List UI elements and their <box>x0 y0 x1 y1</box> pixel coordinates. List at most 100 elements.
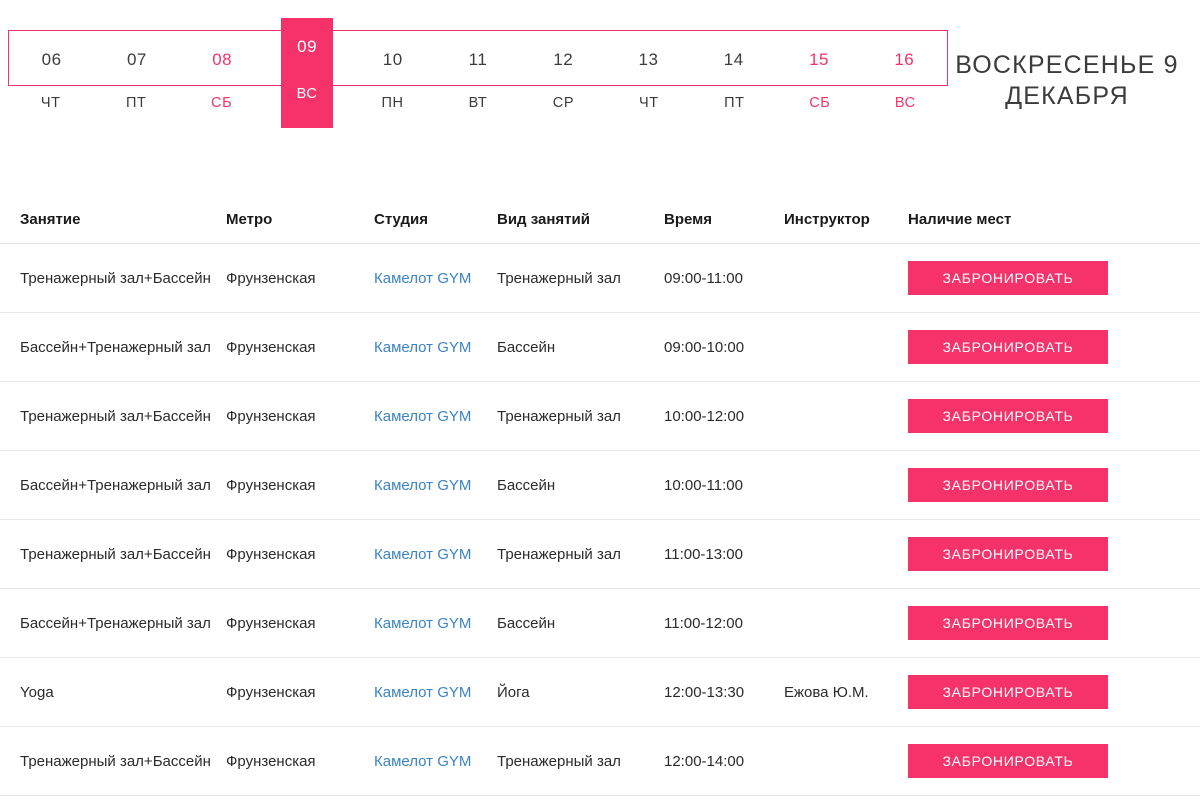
cell-studio: Камелот GYM <box>374 682 497 703</box>
day-of-week-label: СБ <box>809 94 831 111</box>
selected-date-cell[interactable]: 09 ВС <box>281 18 334 128</box>
cell-metro: Фрунзенская <box>226 545 316 563</box>
day-of-week-cell-15[interactable]: СБ <box>777 86 862 120</box>
day-of-week-cell-07[interactable]: ПТ <box>93 86 178 120</box>
cell-class-type: Йога <box>497 683 530 701</box>
date-number: 12 <box>553 49 574 69</box>
cell-class-name: Yoga <box>20 683 54 701</box>
studio-link[interactable]: Камелот GYM <box>374 684 471 701</box>
cell-class-name: Тренажерный зал+Бассейн <box>20 752 211 770</box>
table-row: Бассейн+Тренажерный зал Фрунзенская Камело… <box>0 451 1200 520</box>
cell-metro: Фрунзенская <box>226 683 316 701</box>
studio-link[interactable]: Камелот GYM <box>374 615 471 632</box>
cell-availability: ЗАБРОНИРОВАТЬ <box>908 261 1200 295</box>
studio-link[interactable]: Камелот GYM <box>374 753 471 770</box>
book-button[interactable]: ЗАБРОНИРОВАТЬ <box>908 606 1108 640</box>
day-of-week-cell-12[interactable]: СР <box>521 86 606 120</box>
column-header-type: Вид занятий <box>497 211 590 228</box>
date-cell-07[interactable]: 07 <box>94 31 179 87</box>
cell-metro: Фрунзенская <box>226 338 316 356</box>
book-button[interactable]: ЗАБРОНИРОВАТЬ <box>908 537 1108 571</box>
studio-link[interactable]: Камелот GYM <box>374 477 471 494</box>
cell-availability: ЗАБРОНИРОВАТЬ <box>908 468 1200 502</box>
cell-time: 10:00-11:00 <box>664 476 743 494</box>
column-header-time: Время <box>664 211 712 228</box>
book-button[interactable]: ЗАБРОНИРОВАТЬ <box>908 675 1108 709</box>
cell-metro: Фрунзенская <box>226 476 316 494</box>
date-cell-10[interactable]: 10 <box>350 31 435 87</box>
table-row: Тренажерный зал+Бассейн Фрунзенская Камело… <box>0 727 1200 796</box>
date-cell-15[interactable]: 15 <box>776 31 861 87</box>
cell-availability: ЗАБРОНИРОВАТЬ <box>908 744 1200 778</box>
table-row: Тренажерный зал+Бассейн Фрунзенская Камело… <box>0 382 1200 451</box>
day-of-week-cell-08[interactable]: СБ <box>179 86 264 120</box>
cell-studio: Камелот GYM <box>374 406 497 427</box>
table-row: Тренажерный зал+Бассейн Фрунзенская Камело… <box>0 244 1200 313</box>
table-row: Бассейн+Тренажерный зал Фрунзенская Камело… <box>0 313 1200 382</box>
studio-link[interactable]: Камелот GYM <box>374 270 471 287</box>
date-cell-16[interactable]: 16 <box>862 31 947 87</box>
date-cell-14[interactable]: 14 <box>691 31 776 87</box>
cell-class-type: Тренажерный зал <box>497 752 621 770</box>
column-header-availability: Наличие мест <box>908 211 1012 228</box>
day-of-week-strip: ЧТ ПТ СБ ПН ВТ СР ЧТ ПТ СБ ВС <box>8 86 948 120</box>
date-number: 06 <box>41 49 62 69</box>
cell-studio: Камелот GYM <box>374 337 497 358</box>
cell-studio: Камелот GYM <box>374 475 497 496</box>
date-cell-13[interactable]: 13 <box>606 31 691 87</box>
date-cell-06[interactable]: 06 <box>9 31 94 87</box>
day-of-week-label: СБ <box>211 94 233 111</box>
table-row: Бассейн+Тренажерный зал Фрунзенская Камело… <box>0 589 1200 658</box>
cell-metro: Фрунзенская <box>226 614 316 632</box>
day-of-week-label: СР <box>552 94 575 111</box>
schedule-table: Занятие Метро Студия Вид занятий Время Инстру… <box>0 196 1200 796</box>
cell-class-name: Бассейн+Тренажерный зал <box>20 476 211 494</box>
day-of-week-cell-16[interactable]: ВС <box>863 86 948 120</box>
cell-class-name: Бассейн+Тренажерный зал <box>20 338 211 356</box>
cell-class-type: Тренажерный зал <box>497 269 621 287</box>
selected-day-of-week: ВС <box>296 86 318 102</box>
date-cell-12[interactable]: 12 <box>521 31 606 87</box>
book-button[interactable]: ЗАБРОНИРОВАТЬ <box>908 744 1108 778</box>
column-header-instructor: Инструктор <box>784 211 870 228</box>
cell-class-type: Тренажерный зал <box>497 545 621 563</box>
book-button[interactable]: ЗАБРОНИРОВАТЬ <box>908 261 1108 295</box>
date-cell-11[interactable]: 11 <box>435 31 520 87</box>
day-of-week-label: ПН <box>381 94 404 111</box>
day-of-week-cell-13[interactable]: ЧТ <box>606 86 691 120</box>
date-number: 14 <box>723 49 744 69</box>
day-of-week-cell-06[interactable]: ЧТ <box>8 86 93 120</box>
cell-availability: ЗАБРОНИРОВАТЬ <box>908 537 1200 571</box>
selected-date-number: 09 <box>297 37 318 56</box>
cell-studio: Камелот GYM <box>374 268 497 289</box>
date-cell-08[interactable]: 08 <box>180 31 265 87</box>
book-button[interactable]: ЗАБРОНИРОВАТЬ <box>908 468 1108 502</box>
cell-availability: ЗАБРОНИРОВАТЬ <box>908 606 1200 640</box>
studio-link[interactable]: Камелот GYM <box>374 546 471 563</box>
table-header-row: Занятие Метро Студия Вид занятий Время Инстру… <box>0 196 1200 244</box>
studio-link[interactable]: Камелот GYM <box>374 408 471 425</box>
cell-metro: Фрунзенская <box>226 269 316 287</box>
book-button[interactable]: ЗАБРОНИРОВАТЬ <box>908 330 1108 364</box>
selected-date-title: ВОСКРЕСЕНЬЕ 9 ДЕКАБРЯ <box>955 51 1179 111</box>
day-of-week-label: ПТ <box>125 94 147 111</box>
date-number-strip: 06 07 08 10 11 12 13 14 15 16 <box>8 30 948 86</box>
cell-studio: Камелот GYM <box>374 613 497 634</box>
cell-class-name: Тренажерный зал+Бассейн <box>20 407 211 425</box>
day-of-week-cell-14[interactable]: ПТ <box>692 86 777 120</box>
day-of-week-label: ВС <box>894 94 916 111</box>
book-button[interactable]: ЗАБРОНИРОВАТЬ <box>908 399 1108 433</box>
cell-time: 09:00-11:00 <box>664 269 743 287</box>
day-of-week-cell-11[interactable]: ВТ <box>435 86 520 120</box>
cell-class-type: Тренажерный зал <box>497 407 621 425</box>
day-of-week-cell-10[interactable]: ПН <box>350 86 435 120</box>
cell-class-type: Бассейн <box>497 338 556 356</box>
cell-class-name: Тренажерный зал+Бассейн <box>20 545 211 563</box>
cell-time: 11:00-12:00 <box>664 614 743 632</box>
cell-metro: Фрунзенская <box>226 407 316 425</box>
day-of-week-label: ЧТ <box>639 94 659 111</box>
studio-link[interactable]: Камелот GYM <box>374 339 471 356</box>
cell-availability: ЗАБРОНИРОВАТЬ <box>908 330 1200 364</box>
date-number: 08 <box>212 49 233 69</box>
date-number: 10 <box>382 49 403 69</box>
